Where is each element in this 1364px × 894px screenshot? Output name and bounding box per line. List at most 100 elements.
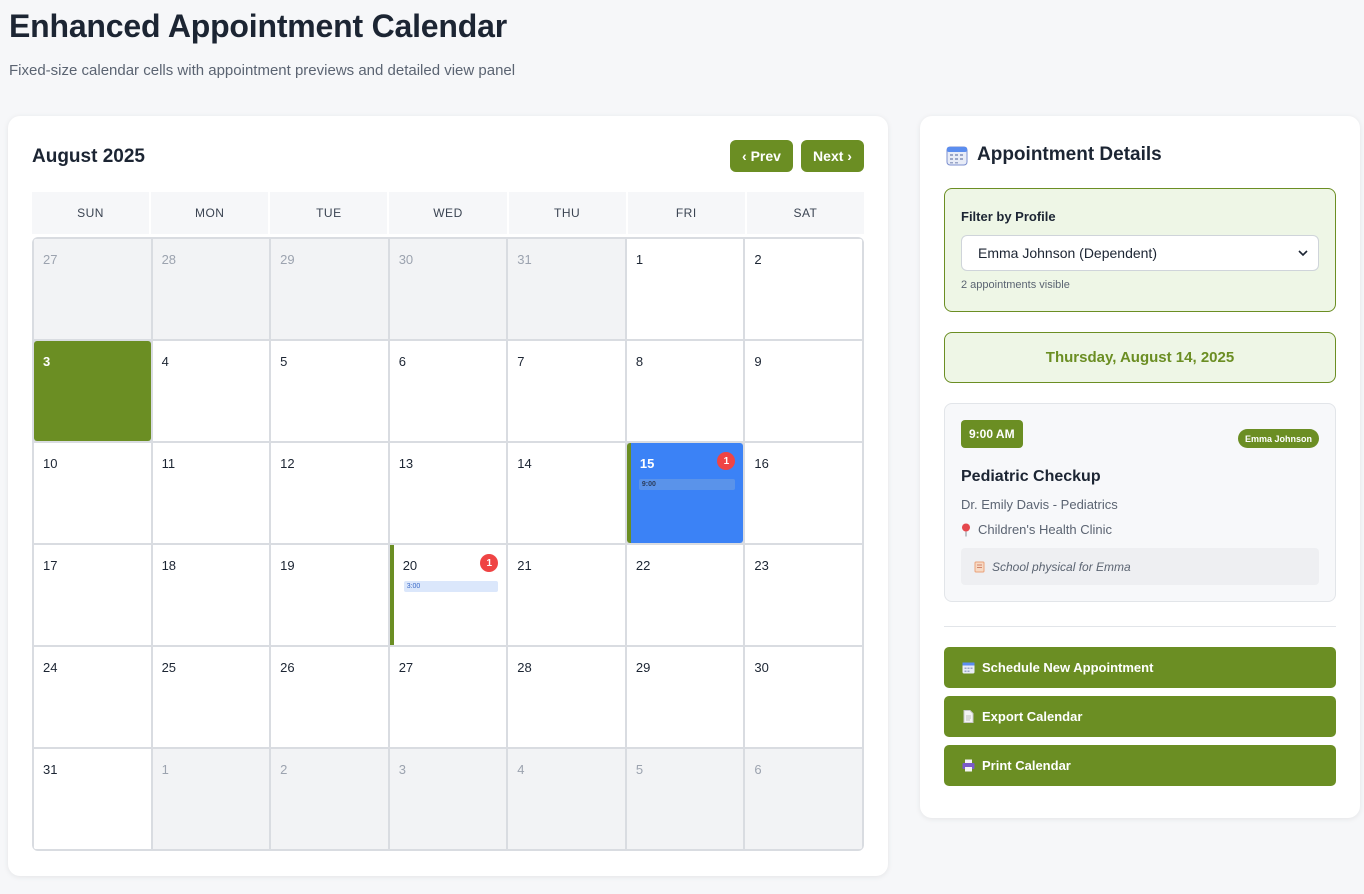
day-number: 5 [635, 762, 644, 777]
appointment-location: Children's Health Clinic [961, 522, 1112, 537]
day-number: 11 [161, 456, 176, 471]
printer-icon [962, 759, 975, 772]
day-number: 19 [280, 558, 295, 573]
calendar-day-cell[interactable]: 16 [745, 443, 862, 543]
calendar-day-cell[interactable]: 15 1 9:00 [626, 443, 744, 543]
day-number: 3 [43, 354, 51, 369]
calendar-day-cell[interactable]: 25 [152, 647, 270, 747]
calendar-day-cell[interactable]: 28 [508, 647, 625, 747]
weekday-header: SUN MON TUE WED THU FRI SAT [32, 192, 864, 234]
day-number: 21 [517, 558, 532, 573]
prev-month-button[interactable]: ‹ Prev [730, 140, 793, 172]
calendar-day-cell[interactable]: 13 [389, 443, 507, 543]
pin-icon [962, 523, 970, 536]
day-number: 4 [517, 762, 525, 777]
calendar-card: August 2025 ‹ Prev Next › SUN MON TUE WE… [8, 116, 888, 876]
day-number: 28 [161, 252, 177, 267]
calendar-day-cell[interactable]: 5 [626, 749, 744, 849]
calendar-day-cell[interactable]: 21 [508, 545, 625, 645]
day-number: 13 [398, 456, 414, 471]
appointment-preview[interactable]: 9:00 [638, 479, 736, 490]
calendar-day-cell[interactable]: 4 [152, 341, 270, 441]
calendar-day-cell[interactable]: 4 [508, 749, 625, 849]
profile-select-value: Emma Johnson (Dependent) [978, 245, 1157, 261]
next-month-button[interactable]: Next › [801, 140, 864, 172]
weekday-label: THU [508, 192, 626, 234]
calendar-day-cell[interactable]: 27 [389, 647, 507, 747]
calendar-day-cell[interactable]: 28 [152, 239, 270, 339]
calendar-day-cell[interactable]: 31 [34, 749, 151, 849]
calendar-day-cell[interactable]: 29 [271, 239, 388, 339]
day-number: 20 [402, 558, 418, 573]
calendar-day-cell[interactable]: 19 [271, 545, 388, 645]
calendar-icon [962, 662, 975, 674]
schedule-appointment-button[interactable]: Schedule New Appointment [944, 647, 1336, 688]
calendar-day-cell[interactable]: 2 [271, 749, 388, 849]
day-number: 2 [754, 252, 762, 267]
calendar-day-cell[interactable]: 11 [152, 443, 270, 543]
calendar-day-cell[interactable]: 27 [34, 239, 151, 339]
export-calendar-button[interactable]: Export Calendar [944, 696, 1336, 737]
calendar-day-cell[interactable]: 18 [152, 545, 270, 645]
calendar-day-cell[interactable]: 1 [626, 239, 744, 339]
weekday-label: MON [151, 192, 269, 234]
day-number: 30 [398, 252, 414, 267]
calendar-day-cell[interactable]: 24 [34, 647, 151, 747]
calendar-day-cell[interactable]: 2 [745, 239, 862, 339]
day-number: 27 [398, 660, 414, 675]
calendar-day-cell[interactable]: 22 [626, 545, 744, 645]
day-number: 6 [754, 762, 762, 777]
day-number: 3 [398, 762, 406, 777]
day-number: 31 [43, 762, 58, 777]
calendar-day-cell[interactable]: 20 1 3:00 [389, 545, 507, 645]
weekday-label: SUN [32, 192, 150, 234]
divider [944, 626, 1336, 627]
day-number: 14 [517, 456, 532, 471]
print-calendar-button[interactable]: Print Calendar [944, 745, 1336, 786]
note-text: School physical for Emma [992, 559, 1131, 574]
calendar-day-cell[interactable]: 8 [626, 341, 744, 441]
calendar-day-cell[interactable]: 12 [271, 443, 388, 543]
calendar-day-cell[interactable]: 17 [34, 545, 151, 645]
calendar-day-cell[interactable]: 23 [745, 545, 862, 645]
appointment-card[interactable]: 9:00 AM Emma Johnson Pediatric Checkup D… [944, 403, 1336, 602]
calendar-day-cell[interactable]: 29 [626, 647, 744, 747]
calendar-day-cell[interactable]: 3 [34, 341, 151, 441]
weekday-label: WED [389, 192, 507, 234]
day-number: 17 [43, 558, 58, 573]
appointment-note: School physical for Emma [961, 548, 1319, 585]
day-number: 1 [161, 762, 169, 777]
appointment-preview[interactable]: 3:00 [403, 581, 499, 592]
calendar-day-cell[interactable]: 3 [389, 749, 507, 849]
profile-filter: Filter by Profile Emma Johnson (Dependen… [944, 188, 1336, 312]
day-number: 7 [517, 354, 525, 369]
calendar-day-cell[interactable]: 26 [271, 647, 388, 747]
calendar-day-cell[interactable]: 10 [34, 443, 151, 543]
day-number: 15 [639, 456, 655, 471]
weekday-label: SAT [746, 192, 864, 234]
calendar-day-cell[interactable]: 1 [152, 749, 270, 849]
filter-label: Filter by Profile [961, 209, 1056, 224]
calendar-day-cell[interactable]: 30 [389, 239, 507, 339]
weekday-label: FRI [627, 192, 745, 234]
calendar-day-cell[interactable]: 31 [508, 239, 625, 339]
day-number: 2 [280, 762, 288, 777]
profile-badge: Emma Johnson [1237, 429, 1319, 448]
day-number: 31 [517, 252, 532, 267]
button-label: Export Calendar [982, 709, 1083, 724]
day-number: 26 [280, 660, 295, 675]
appointment-doctor: Dr. Emily Davis - Pediatrics [961, 497, 1118, 512]
calendar-day-cell[interactable]: 9 [745, 341, 862, 441]
day-number: 29 [280, 252, 295, 267]
calendar-day-cell[interactable]: 7 [508, 341, 625, 441]
calendar-day-cell[interactable]: 6 [745, 749, 862, 849]
day-number: 24 [43, 660, 58, 675]
calendar-day-cell[interactable]: 30 [745, 647, 862, 747]
profile-select[interactable]: Emma Johnson (Dependent) [961, 235, 1319, 271]
calendar-grid: 27 28 29 30 31 1 2 3 4 5 6 7 8 9 10 11 12 13 14 15 1 9:00 16 17… [32, 237, 864, 851]
chevron-down-icon [1298, 250, 1308, 257]
calendar-day-cell[interactable]: 5 [271, 341, 388, 441]
calendar-day-cell[interactable]: 14 [508, 443, 625, 543]
calendar-month-label: August 2025 [32, 146, 145, 167]
calendar-day-cell[interactable]: 6 [389, 341, 507, 441]
